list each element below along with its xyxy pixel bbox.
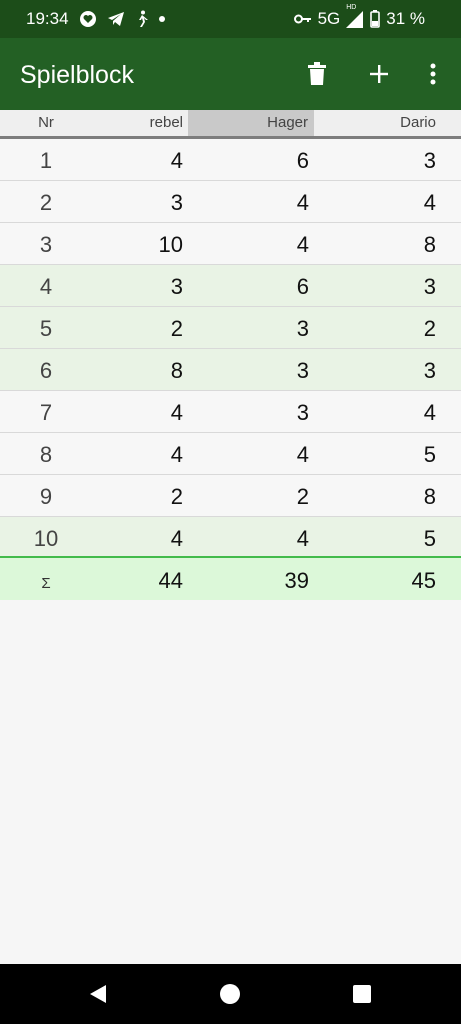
row-number: 5 [39,316,53,341]
vpn-key-icon [293,13,312,25]
row-number: 8 [39,442,53,467]
score-cell[interactable]: 3 [92,265,183,306]
hd-badge: HD [346,3,357,11]
score-cell[interactable]: 3 [188,349,309,390]
score-cell[interactable]: 4 [92,433,183,474]
score-cell[interactable]: 6 [188,265,309,306]
status-right: 5G HD 31 % [293,4,425,29]
table-row[interactable]: 5 232 [0,307,461,349]
score-cell[interactable]: 3 [314,265,436,306]
status-left: 19:34 [26,9,165,29]
sum-row: Σ 44 39 45 [0,556,461,600]
header-player-hager[interactable]: Hager [188,110,314,136]
table-row[interactable]: 1 463 [0,139,461,181]
header-nr: Nr [38,114,54,131]
header-player-rebel[interactable]: rebel [92,110,183,136]
table-header: Nr rebel Hager Dario [0,110,461,139]
sum-cell: 39 [284,568,309,593]
table-row[interactable]: 4 363 [0,265,461,307]
status-bar: 19:34 5G HD 31 % [0,0,461,38]
header-player-dario[interactable]: Dario [314,110,436,136]
row-number: 4 [39,274,53,299]
signal-icon: HD [346,4,364,28]
score-cell[interactable]: 5 [314,433,436,474]
table-row[interactable]: 10 4 4 5 [0,517,461,559]
more-vert-icon[interactable] [415,56,451,92]
score-cell[interactable]: 2 [188,475,309,516]
score-cell[interactable]: 3 [314,349,436,390]
score-cell[interactable]: 2 [314,307,436,348]
back-icon[interactable] [86,982,110,1006]
score-cell[interactable]: 10 [92,223,183,264]
row-number: 6 [39,358,53,383]
add-icon[interactable] [361,56,397,92]
app-title: Spielblock [20,61,134,89]
sum-label: Σ [41,575,51,592]
score-cell[interactable]: 4 [188,517,309,558]
score-cell[interactable]: 8 [314,223,436,264]
score-cell[interactable]: 4 [314,391,436,432]
table-row[interactable]: 3 10 4 8 [0,223,461,265]
score-cell[interactable]: 8 [92,349,183,390]
score-cell[interactable]: 4 [314,181,436,222]
header-player-hager-label: Hager [267,114,308,131]
table-row[interactable]: 9228 [0,475,461,517]
score-cell[interactable]: 6 [188,139,309,180]
score-cell[interactable]: 8 [314,475,436,516]
score-cell[interactable]: 4 [188,223,309,264]
telegram-icon [107,11,125,27]
status-time: 19:34 [26,9,69,28]
score-cell[interactable]: 3 [92,181,183,222]
sum-cell: 44 [158,568,183,593]
score-cell[interactable]: 4 [92,517,183,558]
score-table: 1463 2344 3 10 4 8 4363 5232 6833 7434 8445… [0,139,461,559]
table-row[interactable]: 6833 [0,349,461,391]
sum-cell: 45 [411,568,436,593]
score-cell[interactable]: 4 [92,391,183,432]
table-row[interactable]: 7 434 [0,391,461,433]
navigation-bar [0,964,461,1024]
row-number: 10 [33,526,59,551]
network-label: 5G [317,9,341,28]
notification-dot-icon [158,16,165,22]
battery-percent: 31 % [386,9,425,28]
score-cell[interactable]: 2 [92,307,183,348]
row-number: 2 [39,190,53,215]
delete-icon[interactable] [299,56,335,92]
table-row[interactable]: 2344 [0,181,461,223]
score-cell[interactable]: 3 [314,139,436,180]
score-cell[interactable]: 2 [92,475,183,516]
battery-icon [370,10,381,28]
row-number: 3 [39,232,53,257]
recents-icon[interactable] [350,982,374,1006]
score-cell[interactable]: 3 [188,307,309,348]
score-cell[interactable]: 4 [92,139,183,180]
shield-heart-icon [79,10,97,28]
home-icon[interactable] [218,982,242,1006]
row-number: 1 [39,148,53,173]
score-cell[interactable]: 4 [188,181,309,222]
score-cell[interactable]: 4 [188,433,309,474]
score-cell[interactable]: 5 [314,517,436,558]
table-row[interactable]: 8445 [0,433,461,475]
row-number: 9 [39,484,53,509]
app-bar: Spielblock [0,38,461,110]
walking-icon [135,10,149,28]
row-number: 7 [39,400,53,425]
score-cell[interactable]: 3 [188,391,309,432]
